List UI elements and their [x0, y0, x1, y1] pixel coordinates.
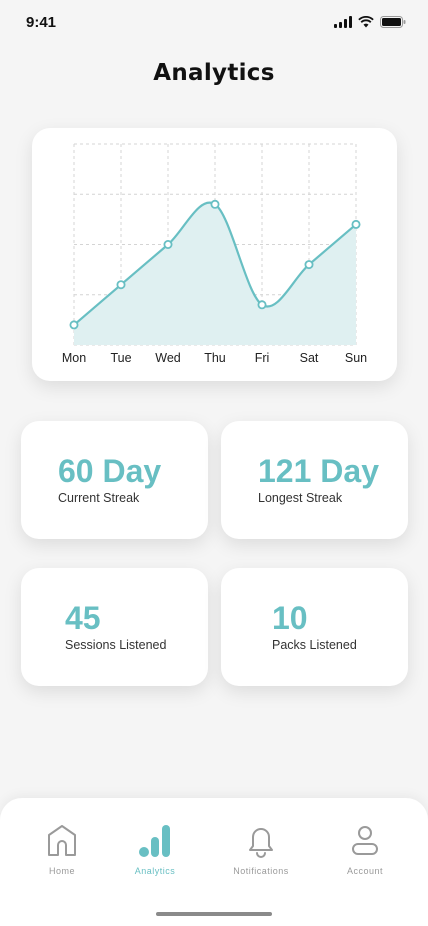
x-tick-label: Sat [300, 351, 319, 365]
longest-streak-card[interactable]: 121 Day Longest Streak [221, 421, 408, 539]
packs-label: Packs Listened [272, 638, 357, 652]
sessions-label: Sessions Listened [65, 638, 167, 652]
nav-notifications[interactable]: Notifications [221, 822, 301, 876]
x-tick-label: Fri [255, 351, 270, 365]
home-indicator [156, 912, 272, 916]
nav-analytics-label: Analytics [134, 866, 176, 876]
status-time: 9:41 [26, 13, 57, 31]
signal-icon [334, 16, 352, 28]
page-title: Analytics [153, 60, 275, 86]
weekly-line-chart: Mon Tue Wed Thu Fri Sat Sun [62, 143, 367, 365]
weekly-chart-card: Mon Tue Wed Thu Fri Sat Sun [32, 128, 397, 381]
x-tick-label: Tue [110, 351, 131, 365]
current-streak-value: 60 Day [58, 453, 162, 489]
nav-account[interactable]: Account [325, 822, 405, 876]
current-streak-label: Current Streak [58, 491, 140, 505]
account-icon [352, 826, 378, 855]
analytics-icon [139, 825, 170, 857]
wifi-icon [358, 16, 374, 28]
data-point-mon [69, 320, 79, 330]
data-point-tue [116, 280, 126, 290]
nav-home[interactable]: Home [22, 822, 102, 876]
packs-value: 10 [272, 600, 308, 636]
data-point-sat [304, 260, 314, 270]
longest-streak-value: 121 Day [258, 453, 379, 489]
status-bar: 9:41 [0, 0, 428, 44]
data-point-sun [351, 219, 361, 229]
data-point-fri [257, 300, 267, 310]
x-tick-label: Thu [204, 351, 226, 365]
nav-home-label: Home [48, 866, 75, 876]
sessions-card[interactable]: 45 Sessions Listened [21, 568, 208, 686]
longest-streak-label: Longest Streak [258, 491, 343, 505]
nav-notifications-label: Notifications [233, 866, 289, 876]
bottom-nav: Home Analytics Notifications Account [0, 798, 428, 926]
nav-analytics[interactable]: Analytics [115, 822, 195, 876]
x-tick-label: Sun [345, 351, 367, 365]
data-point-wed [163, 240, 173, 250]
x-tick-label: Wed [155, 351, 181, 365]
current-streak-card[interactable]: 60 Day Current Streak [21, 421, 208, 539]
battery-icon [380, 16, 406, 28]
bell-icon [249, 828, 273, 858]
series-area [74, 202, 356, 345]
data-point-thu [210, 199, 220, 209]
nav-account-label: Account [346, 866, 384, 876]
packs-card[interactable]: 10 Packs Listened [221, 568, 408, 686]
sessions-value: 45 [65, 600, 101, 636]
x-tick-label: Mon [62, 351, 86, 365]
home-icon [48, 825, 76, 856]
status-icons [334, 16, 406, 28]
